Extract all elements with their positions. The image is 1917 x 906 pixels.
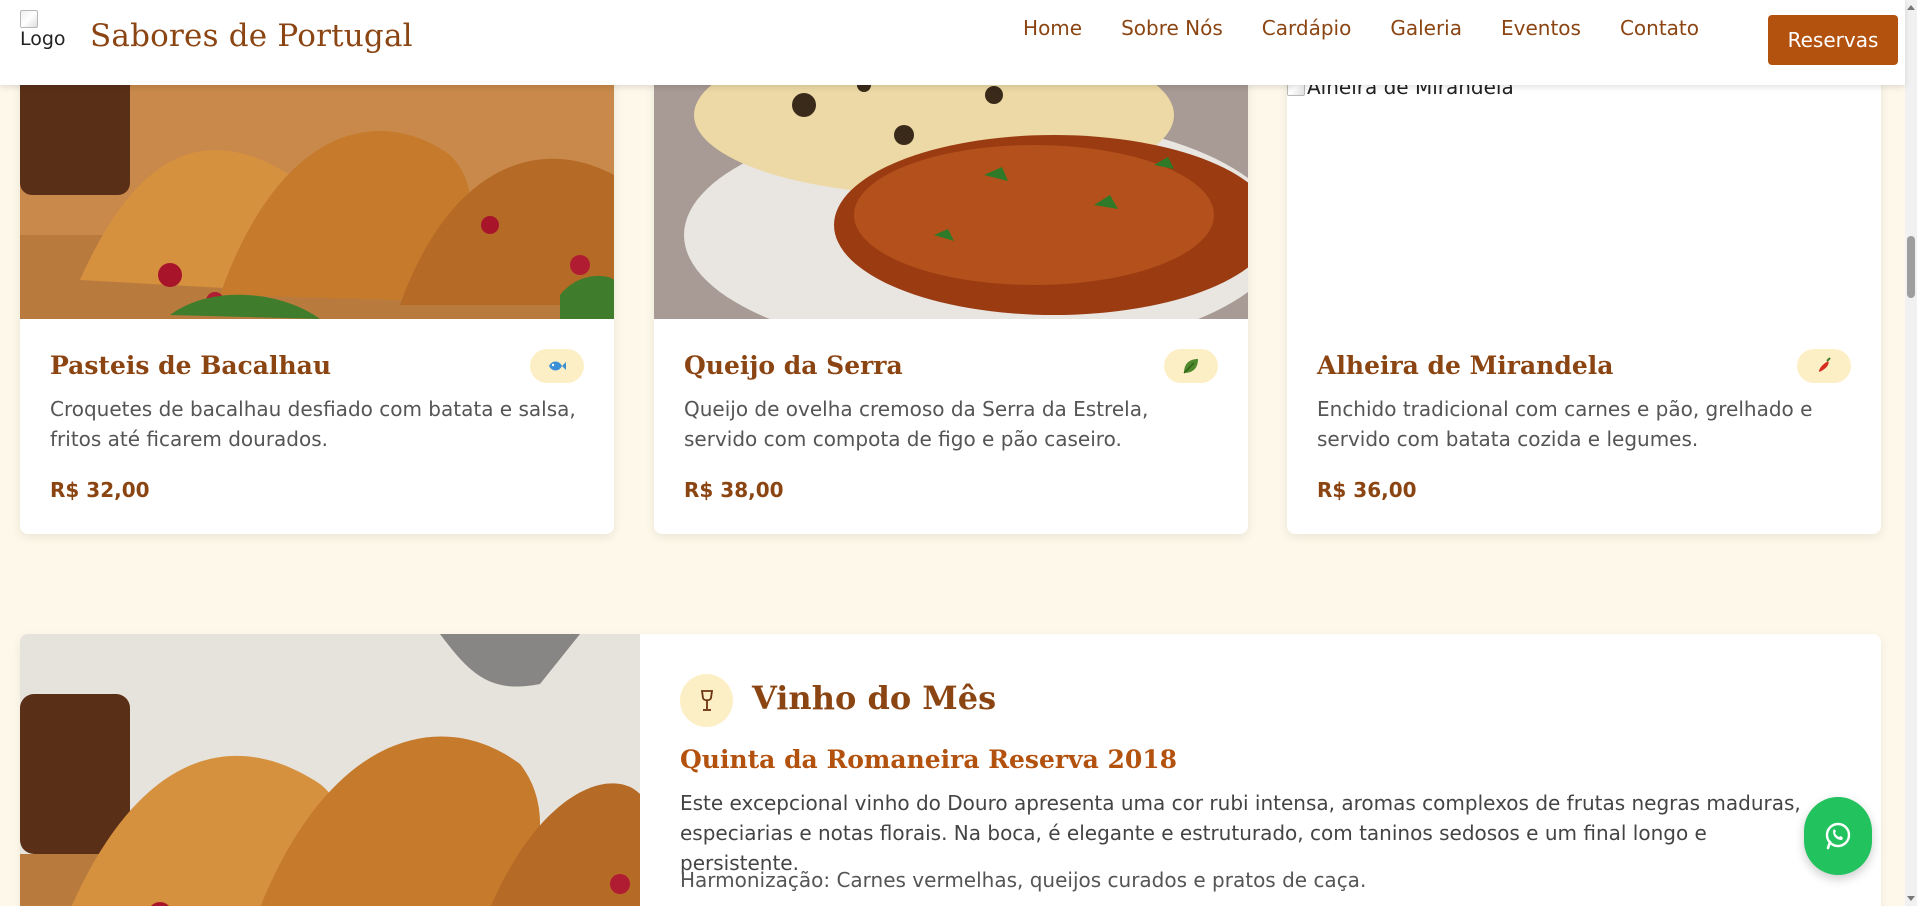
wine-pairing: Harmonização: Carnes vermelhas, queijos … <box>680 868 1367 892</box>
dish-badge <box>530 349 584 383</box>
pastel-illustration <box>20 65 614 319</box>
queijo-illustration <box>654 65 1248 319</box>
dish-title: Alheira de Mirandela <box>1317 351 1614 380</box>
dish-price: R$ 32,00 <box>50 478 150 502</box>
dish-image <box>20 65 614 319</box>
nav-galeria[interactable]: Galeria <box>1390 16 1462 40</box>
dish-description: Croquetes de bacalhau desfiado com batat… <box>50 397 576 451</box>
leaf-icon <box>1183 359 1198 374</box>
wine-name: Quinta da Romaneira Reserva 2018 <box>680 745 1178 774</box>
wine-glass-icon <box>700 689 713 711</box>
dish-description: Enchido tradicional com carnes e pão, gr… <box>1317 397 1813 451</box>
dish-title: Pasteis de Bacalhau <box>50 351 332 380</box>
whatsapp-button[interactable] <box>1804 797 1872 875</box>
nav-cardapio[interactable]: Cardápio <box>1262 16 1352 40</box>
dish-title: Queijo da Serra <box>684 351 903 380</box>
logo-alt-text: Logo <box>20 28 66 50</box>
wine-heading: Vinho do Mês <box>752 679 997 717</box>
scrollbar-thumb[interactable] <box>1907 236 1915 298</box>
wine-of-the-month: Vinho do Mês Quinta da Romaneira Reserva… <box>20 634 1881 906</box>
dish-image <box>654 65 1248 319</box>
chili-pepper-icon <box>1819 357 1831 372</box>
dish-badge <box>1797 349 1851 383</box>
dish-card: Queijo da Serra Queijo de ovelha cremoso… <box>654 65 1248 534</box>
logo-image[interactable]: Logo <box>20 10 70 58</box>
nav-sobre-nos[interactable]: Sobre Nós <box>1121 16 1223 40</box>
pastel-illustration <box>20 634 640 906</box>
nav-contato[interactable]: Contato <box>1620 16 1699 40</box>
whatsapp-icon <box>1825 822 1851 850</box>
reservas-button[interactable]: Reservas <box>1768 15 1898 65</box>
wine-section-image <box>20 634 640 906</box>
brand-name[interactable]: Sabores de Portugal <box>90 18 413 54</box>
dish-description: Queijo de ovelha cremoso da Serra da Est… <box>684 397 1149 451</box>
page-scrollbar[interactable] <box>1905 0 1917 906</box>
dish-price: R$ 38,00 <box>684 478 784 502</box>
dish-card: Alheira de Mirandela Alheira de Mirandel… <box>1287 65 1881 534</box>
scroll-down-arrow-icon[interactable] <box>1907 896 1915 901</box>
scroll-up-arrow-icon[interactable] <box>1907 5 1915 10</box>
dish-badge <box>1164 349 1218 383</box>
nav-home[interactable]: Home <box>1023 16 1082 40</box>
broken-image-icon <box>20 10 38 28</box>
main-nav: Home Sobre Nós Cardápio Galeria Eventos … <box>1023 16 1699 40</box>
wine-icon-badge <box>680 674 733 727</box>
dish-image: Alheira de Mirandela <box>1287 65 1881 319</box>
dish-card: Pasteis de Bacalhau Croquetes de bacalha… <box>20 65 614 534</box>
fish-icon <box>549 361 566 371</box>
nav-eventos[interactable]: Eventos <box>1501 16 1581 40</box>
site-header: Logo Sabores de Portugal Home Sobre Nós … <box>0 0 1905 85</box>
dish-price: R$ 36,00 <box>1317 478 1417 502</box>
wine-description: Este excepcional vinho do Douro apresent… <box>680 791 1801 875</box>
